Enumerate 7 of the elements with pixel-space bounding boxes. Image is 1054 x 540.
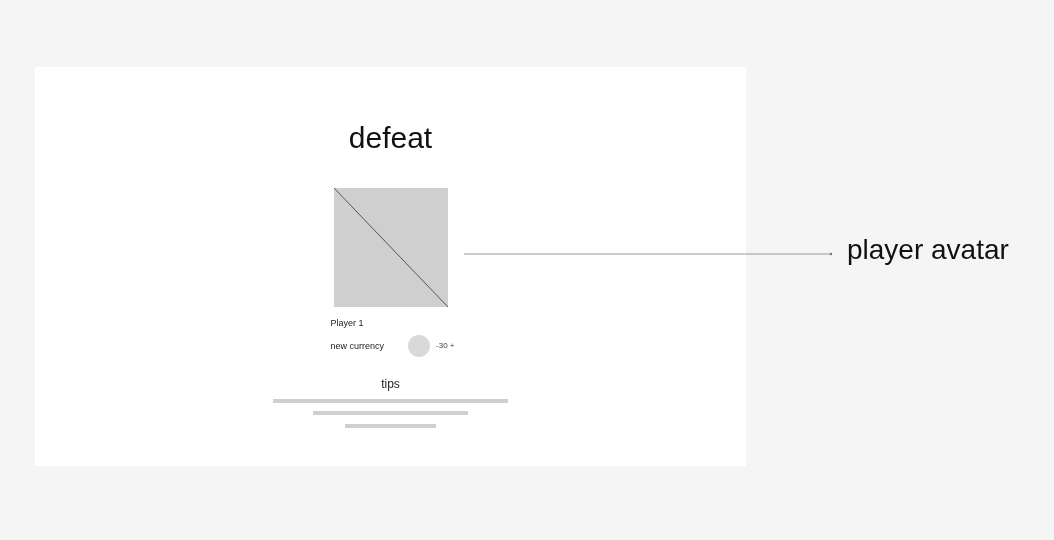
screen-title: defeat — [348, 120, 433, 156]
player-name: Player 1 — [330, 317, 364, 329]
currency-amount: -30 + — [436, 341, 455, 351]
annotation-label: player avatar — [847, 233, 1009, 267]
tips-title: tips — [381, 377, 400, 391]
currency-icon — [408, 335, 431, 357]
currency-label: new currency — [330, 340, 386, 352]
